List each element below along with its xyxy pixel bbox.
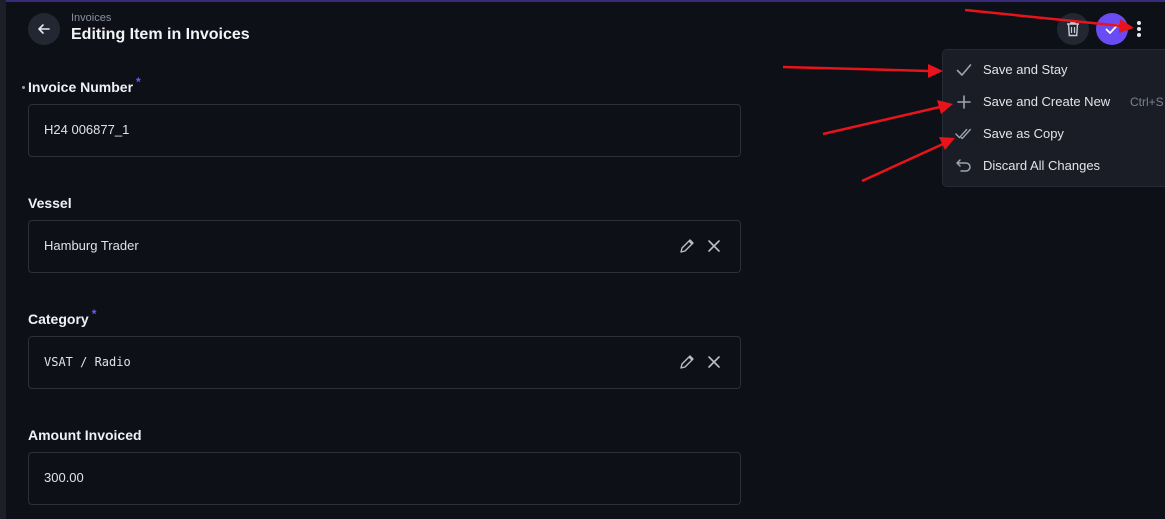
menu-item-label: Save as Copy [983, 126, 1064, 141]
menu-item-save-and-stay[interactable]: Save and Stay [943, 54, 1165, 86]
trash-icon [1067, 21, 1079, 37]
menu-item-label: Discard All Changes [983, 158, 1101, 173]
pencil-icon[interactable] [678, 353, 696, 371]
amount-invoiced-label: Amount Invoiced [28, 427, 142, 443]
amount-invoiced-value: 300.00 [44, 470, 84, 485]
save-options-menu: Save and Stay Save and Create New Ctrl+S… [942, 49, 1165, 187]
more-vertical-icon [1137, 21, 1141, 37]
breadcrumb[interactable]: Invoices [71, 12, 111, 24]
field-marker-dot [22, 86, 25, 89]
annotation-arrow [782, 64, 943, 78]
undo-icon [955, 157, 973, 175]
category-field[interactable]: VSAT / Radio [28, 336, 741, 389]
vessel-value: Hamburg Trader [44, 238, 139, 253]
left-rail [0, 0, 6, 519]
back-button[interactable] [28, 13, 60, 45]
amount-invoiced-label-text: Amount Invoiced [28, 427, 142, 443]
top-accent-line [6, 0, 1165, 2]
vessel-label: Vessel [28, 195, 72, 211]
clear-icon[interactable] [705, 237, 723, 255]
check-icon [955, 61, 973, 79]
vessel-field[interactable]: Hamburg Trader [28, 220, 741, 273]
check-icon [1105, 24, 1119, 34]
vessel-label-text: Vessel [28, 195, 72, 211]
menu-item-save-as-copy[interactable]: Save as Copy [943, 118, 1165, 150]
annotation-arrow [822, 100, 953, 136]
invoice-number-label: Invoice Number * [28, 75, 141, 95]
category-label: Category * [28, 307, 96, 327]
invoice-number-field[interactable]: H24 006877_1 [28, 104, 741, 157]
save-button[interactable] [1096, 13, 1128, 45]
double-check-icon [955, 125, 973, 143]
category-label-text: Category [28, 311, 89, 327]
plus-icon [955, 93, 973, 111]
category-value: VSAT / Radio [44, 355, 131, 369]
delete-button[interactable] [1057, 13, 1089, 45]
arrow-left-icon [38, 24, 50, 34]
menu-item-save-and-create-new[interactable]: Save and Create New Ctrl+S [943, 86, 1165, 118]
invoice-number-label-text: Invoice Number [28, 79, 134, 95]
page-title: Editing Item in Invoices [71, 26, 250, 43]
pencil-icon[interactable] [678, 237, 696, 255]
menu-item-discard-all-changes[interactable]: Discard All Changes [943, 150, 1165, 182]
more-options-button[interactable] [1130, 17, 1148, 41]
menu-item-shortcut: Ctrl+S [1130, 95, 1164, 109]
required-mark: * [136, 75, 141, 89]
amount-invoiced-field[interactable]: 300.00 [28, 452, 741, 505]
invoice-number-value: H24 006877_1 [44, 122, 130, 137]
clear-icon[interactable] [705, 353, 723, 371]
menu-item-label: Save and Stay [983, 62, 1068, 77]
menu-item-label: Save and Create New [983, 94, 1111, 109]
required-mark: * [91, 307, 97, 321]
